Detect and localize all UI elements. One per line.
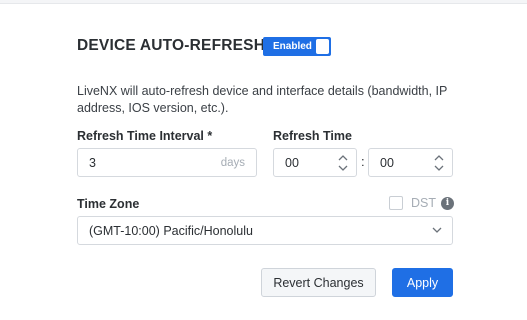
section-title: DEVICE AUTO-REFRESH: [77, 37, 266, 54]
refresh-interval-input[interactable]: 3 days: [77, 148, 257, 177]
section-description: LiveNX will auto-refresh device and inte…: [77, 84, 448, 115]
settings-panel: DEVICE AUTO-REFRESH Enabled LiveNX will …: [0, 3, 527, 320]
dst-label: DST: [411, 196, 436, 210]
refresh-interval-label: Refresh Time Interval *: [77, 129, 213, 143]
time-separator: :: [361, 154, 365, 169]
timezone-select[interactable]: (GMT-10:00) Pacific/Honolulu: [77, 216, 453, 245]
spinner-arrows-icon[interactable]: [434, 154, 444, 172]
info-icon[interactable]: i: [441, 197, 454, 210]
spinner-arrows-icon[interactable]: [338, 154, 348, 172]
auto-refresh-toggle[interactable]: Enabled: [263, 37, 331, 56]
refresh-hours-stepper[interactable]: 00: [273, 148, 357, 177]
timezone-label: Time Zone: [77, 197, 140, 211]
refresh-time-label: Refresh Time: [273, 129, 352, 143]
refresh-minutes-value: 00: [380, 156, 394, 170]
refresh-interval-unit: days: [220, 157, 245, 169]
apply-button[interactable]: Apply: [392, 268, 453, 297]
toggle-label: Enabled: [273, 41, 312, 52]
section-header: DEVICE AUTO-REFRESH: [77, 34, 265, 58]
toggle-knob: [316, 39, 329, 54]
refresh-hours-value: 00: [285, 156, 299, 170]
dst-checkbox[interactable]: [389, 196, 403, 210]
chevron-down-icon: [432, 227, 442, 233]
revert-changes-button[interactable]: Revert Changes: [261, 268, 376, 297]
timezone-value: (GMT-10:00) Pacific/Honolulu: [89, 224, 253, 238]
refresh-minutes-stepper[interactable]: 00: [368, 148, 453, 177]
refresh-interval-value: 3: [89, 156, 96, 170]
